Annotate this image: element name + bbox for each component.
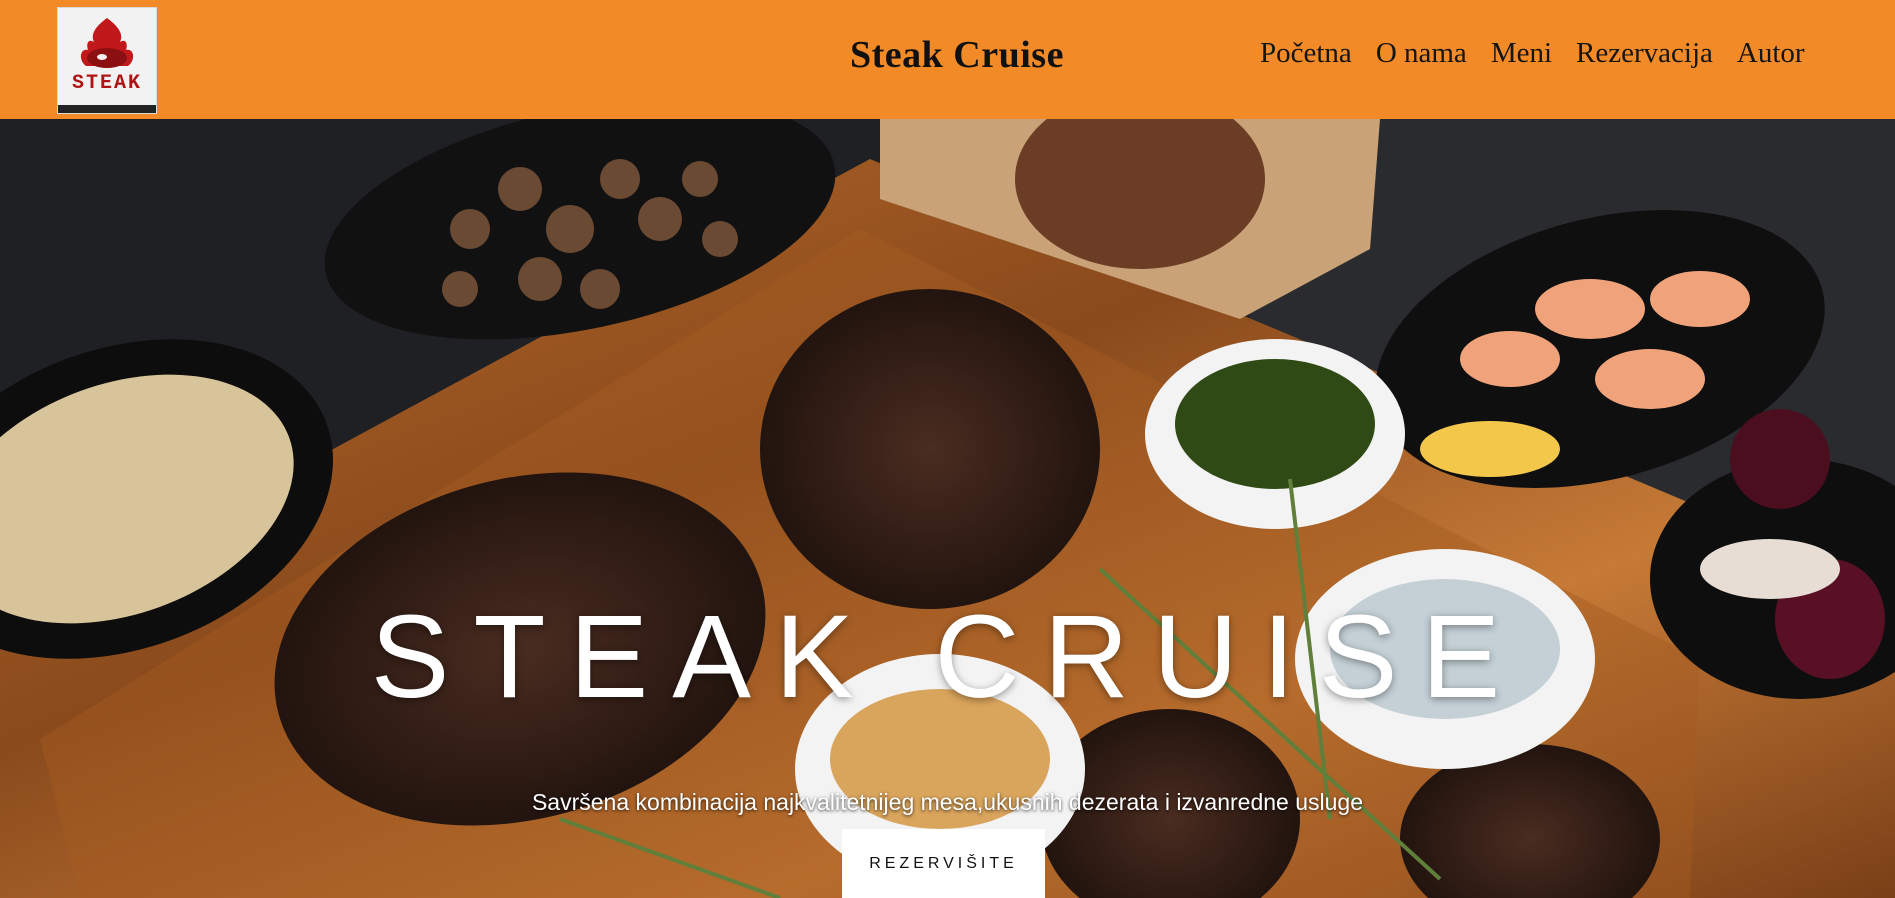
site-header: STEAK Steak Cruise Početna O nama Meni R… [0,0,1895,119]
hero-section: STEAK CRUISE Savršena kombinacija najkva… [0,119,1895,898]
steak-logo-icon[interactable]: STEAK [57,7,157,114]
main-nav: Početna O nama Meni Rezervacija Autor [1260,37,1805,70]
nav-author[interactable]: Autor [1737,37,1805,70]
hero-background-image [0,119,1895,898]
nav-menu[interactable]: Meni [1491,37,1552,70]
reserve-button[interactable]: REZERVIŠITE [842,829,1045,898]
logo-strip [58,105,156,113]
nav-reservation[interactable]: Rezervacija [1576,37,1713,70]
nav-home[interactable]: Početna [1260,37,1352,70]
hero-title: STEAK CRUISE [370,591,1525,723]
nav-about[interactable]: O nama [1376,37,1467,70]
hero-subtitle: Savršena kombinacija najkvalitetnijeg me… [531,789,1364,815]
brand-title: Steak Cruise [850,34,1064,76]
logo-text: STEAK [71,72,142,95]
